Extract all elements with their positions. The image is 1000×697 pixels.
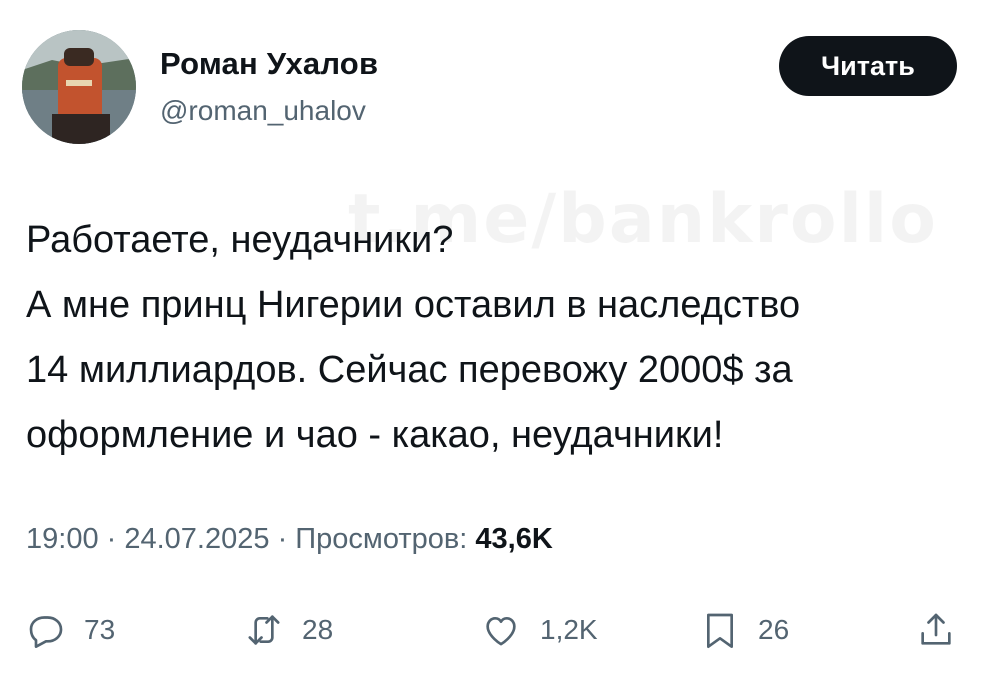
avatar[interactable] — [22, 30, 136, 144]
author-display-name[interactable]: Роман Ухалов — [160, 46, 378, 82]
meta-separator: · — [269, 523, 296, 555]
share-button[interactable] — [916, 600, 956, 660]
follow-button[interactable]: Читать — [779, 36, 957, 96]
tweet-text: Работаете, неудачники? А мне принц Нигер… — [26, 208, 976, 468]
tweet-date[interactable]: 24.07.2025 — [124, 523, 269, 555]
bookmark-button[interactable]: 26 — [700, 600, 789, 660]
share-icon — [916, 608, 956, 652]
views-label: Просмотров: — [295, 523, 468, 555]
like-icon — [480, 610, 522, 650]
tweet-line: оформление и чао - какао, неудачники! — [26, 414, 724, 456]
bookmark-icon — [700, 608, 740, 652]
bookmark-count: 26 — [758, 614, 790, 645]
reply-count: 73 — [84, 614, 116, 645]
tweet-time[interactable]: 19:00 — [26, 523, 99, 555]
tweet-line: Работаете, неудачники? — [26, 219, 454, 261]
meta-separator: · — [98, 523, 125, 555]
views-count: 43,6K — [475, 523, 553, 555]
like-button[interactable]: 1,2K — [480, 600, 598, 660]
repost-count: 28 — [302, 614, 334, 645]
tweet-line: А мне принц Нигерии оставил в наследство — [26, 284, 801, 326]
tweet-line: 14 миллиардов. Сейчас перевожу 2000$ за — [26, 349, 793, 391]
author-handle[interactable]: @roman_uhalov — [160, 95, 366, 127]
reply-icon — [26, 610, 66, 650]
repost-button[interactable]: 28 — [244, 600, 333, 660]
action-bar: 73 28 1,2K 26 — [0, 600, 1000, 660]
like-count: 1,2K — [540, 614, 598, 645]
repost-icon — [244, 610, 284, 650]
reply-button[interactable]: 73 — [26, 600, 115, 660]
tweet-meta: 19:00 · 24.07.2025 · Просмотров: 43,6K — [26, 523, 553, 556]
